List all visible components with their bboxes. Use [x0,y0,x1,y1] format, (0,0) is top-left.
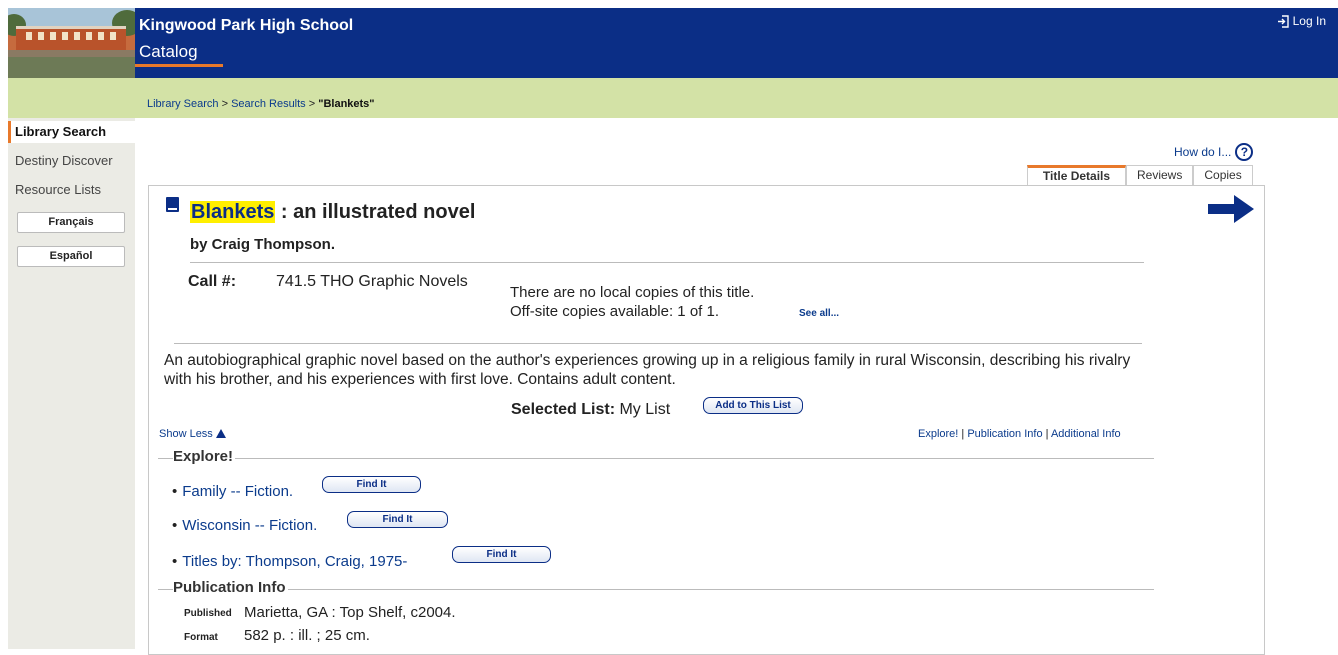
tab-reviews[interactable]: Reviews [1126,165,1194,185]
local-copies-status: There are no local copies of this title. [510,284,755,301]
explore-item: • Family -- Fiction. [172,483,294,500]
detail-tabs: Title Details Reviews Copies [1027,165,1253,185]
format-value: 582 p. : ill. ; 25 cm. [244,627,370,644]
show-less-toggle[interactable]: Show Less [159,428,226,440]
how-do-i-label: How do I... [1174,145,1232,159]
breadcrumb-separator: > [218,98,232,110]
section-jump-links: Explore! | Publication Info | Additional… [918,428,1121,440]
selected-list-label: Selected List: [511,401,616,418]
tab-copies[interactable]: Copies [1193,165,1253,185]
breadcrumb-library-search[interactable]: Library Search [147,98,219,110]
login-button[interactable]: Log In [1277,14,1326,28]
breadcrumb: Library Search > Search Results > "Blank… [147,98,375,110]
title-rest: : an illustrated novel [275,201,476,223]
offsite-copies-status: Off-site copies available: 1 of 1. [510,303,720,320]
published-label: Published [184,608,232,619]
catalog-tab[interactable]: Catalog [139,42,198,62]
subject-link-family-fiction[interactable]: Family -- Fiction. [182,483,293,500]
next-record-arrow-icon[interactable] [1208,194,1254,224]
breadcrumb-search-results[interactable]: Search Results [231,98,306,110]
show-less-label: Show Less [159,428,213,440]
call-number-value: 741.5 THO Graphic Novels [276,273,468,290]
divider [190,262,1144,263]
find-it-button[interactable]: Find It [452,546,551,563]
explore-heading: Explore! [173,448,236,465]
explore-item: • Wisconsin -- Fiction. [172,517,318,534]
how-do-i-help[interactable]: How do I... ? [1174,143,1254,161]
jump-publication-info-link[interactable]: Publication Info [967,428,1042,440]
format-label: Format [184,632,218,643]
record-title: Blankets : an illustrated novel [190,201,475,224]
catalog-tab-indicator [135,64,223,67]
sidebar-item-library-search[interactable]: Library Search [8,121,135,143]
record-author: by Craig Thompson. [190,236,336,253]
title-highlight: Blankets [190,201,276,223]
language-spanish-button[interactable]: Español [17,246,125,267]
book-icon [166,197,179,212]
subject-link-wisconsin-fiction[interactable]: Wisconsin -- Fiction. [182,517,317,534]
breadcrumb-current: "Blankets" [318,98,375,110]
publication-info-heading: Publication Info [173,579,288,596]
selected-list: Selected List: My List [511,401,670,419]
find-it-button[interactable]: Find It [347,511,448,528]
school-name[interactable]: Kingwood Park High School [139,17,353,35]
jump-additional-info-link[interactable]: Additional Info [1051,428,1121,440]
sidebar: Library Search Destiny Discover Resource… [8,118,135,649]
add-to-list-button[interactable]: Add to This List [703,397,803,414]
author-titles-link[interactable]: Titles by: Thompson, Craig, 1975- [182,553,407,570]
school-logo-image[interactable] [8,8,135,78]
tab-title-details[interactable]: Title Details [1027,165,1126,185]
link-separator: | [958,428,968,440]
link-separator: | [1042,428,1051,440]
section-rule [158,458,1154,459]
sidebar-item-destiny-discover[interactable]: Destiny Discover [8,150,135,172]
language-french-button[interactable]: Français [17,212,125,233]
triangle-up-icon [215,429,226,438]
title-details-panel [148,185,1265,655]
call-number-label: Call #: [188,273,237,290]
record-summary: An autobiographical graphic novel based … [164,352,1131,388]
selected-list-value[interactable]: My List [615,401,670,418]
divider [174,343,1142,344]
login-label: Log In [1292,14,1326,28]
sidebar-item-resource-lists[interactable]: Resource Lists [8,179,135,201]
breadcrumb-separator: > [305,98,319,110]
see-all-link[interactable]: See all... [799,308,839,319]
jump-explore-link[interactable]: Explore! [918,428,958,440]
section-rule [158,589,1154,590]
help-question-icon: ? [1235,143,1254,161]
published-value: Marietta, GA : Top Shelf, c2004. [244,604,456,621]
find-it-button[interactable]: Find It [322,476,421,493]
explore-item: • Titles by: Thompson, Craig, 1975- [172,553,408,570]
login-icon [1277,14,1289,28]
breadcrumb-bar: Library Search > Search Results > "Blank… [8,78,1338,118]
